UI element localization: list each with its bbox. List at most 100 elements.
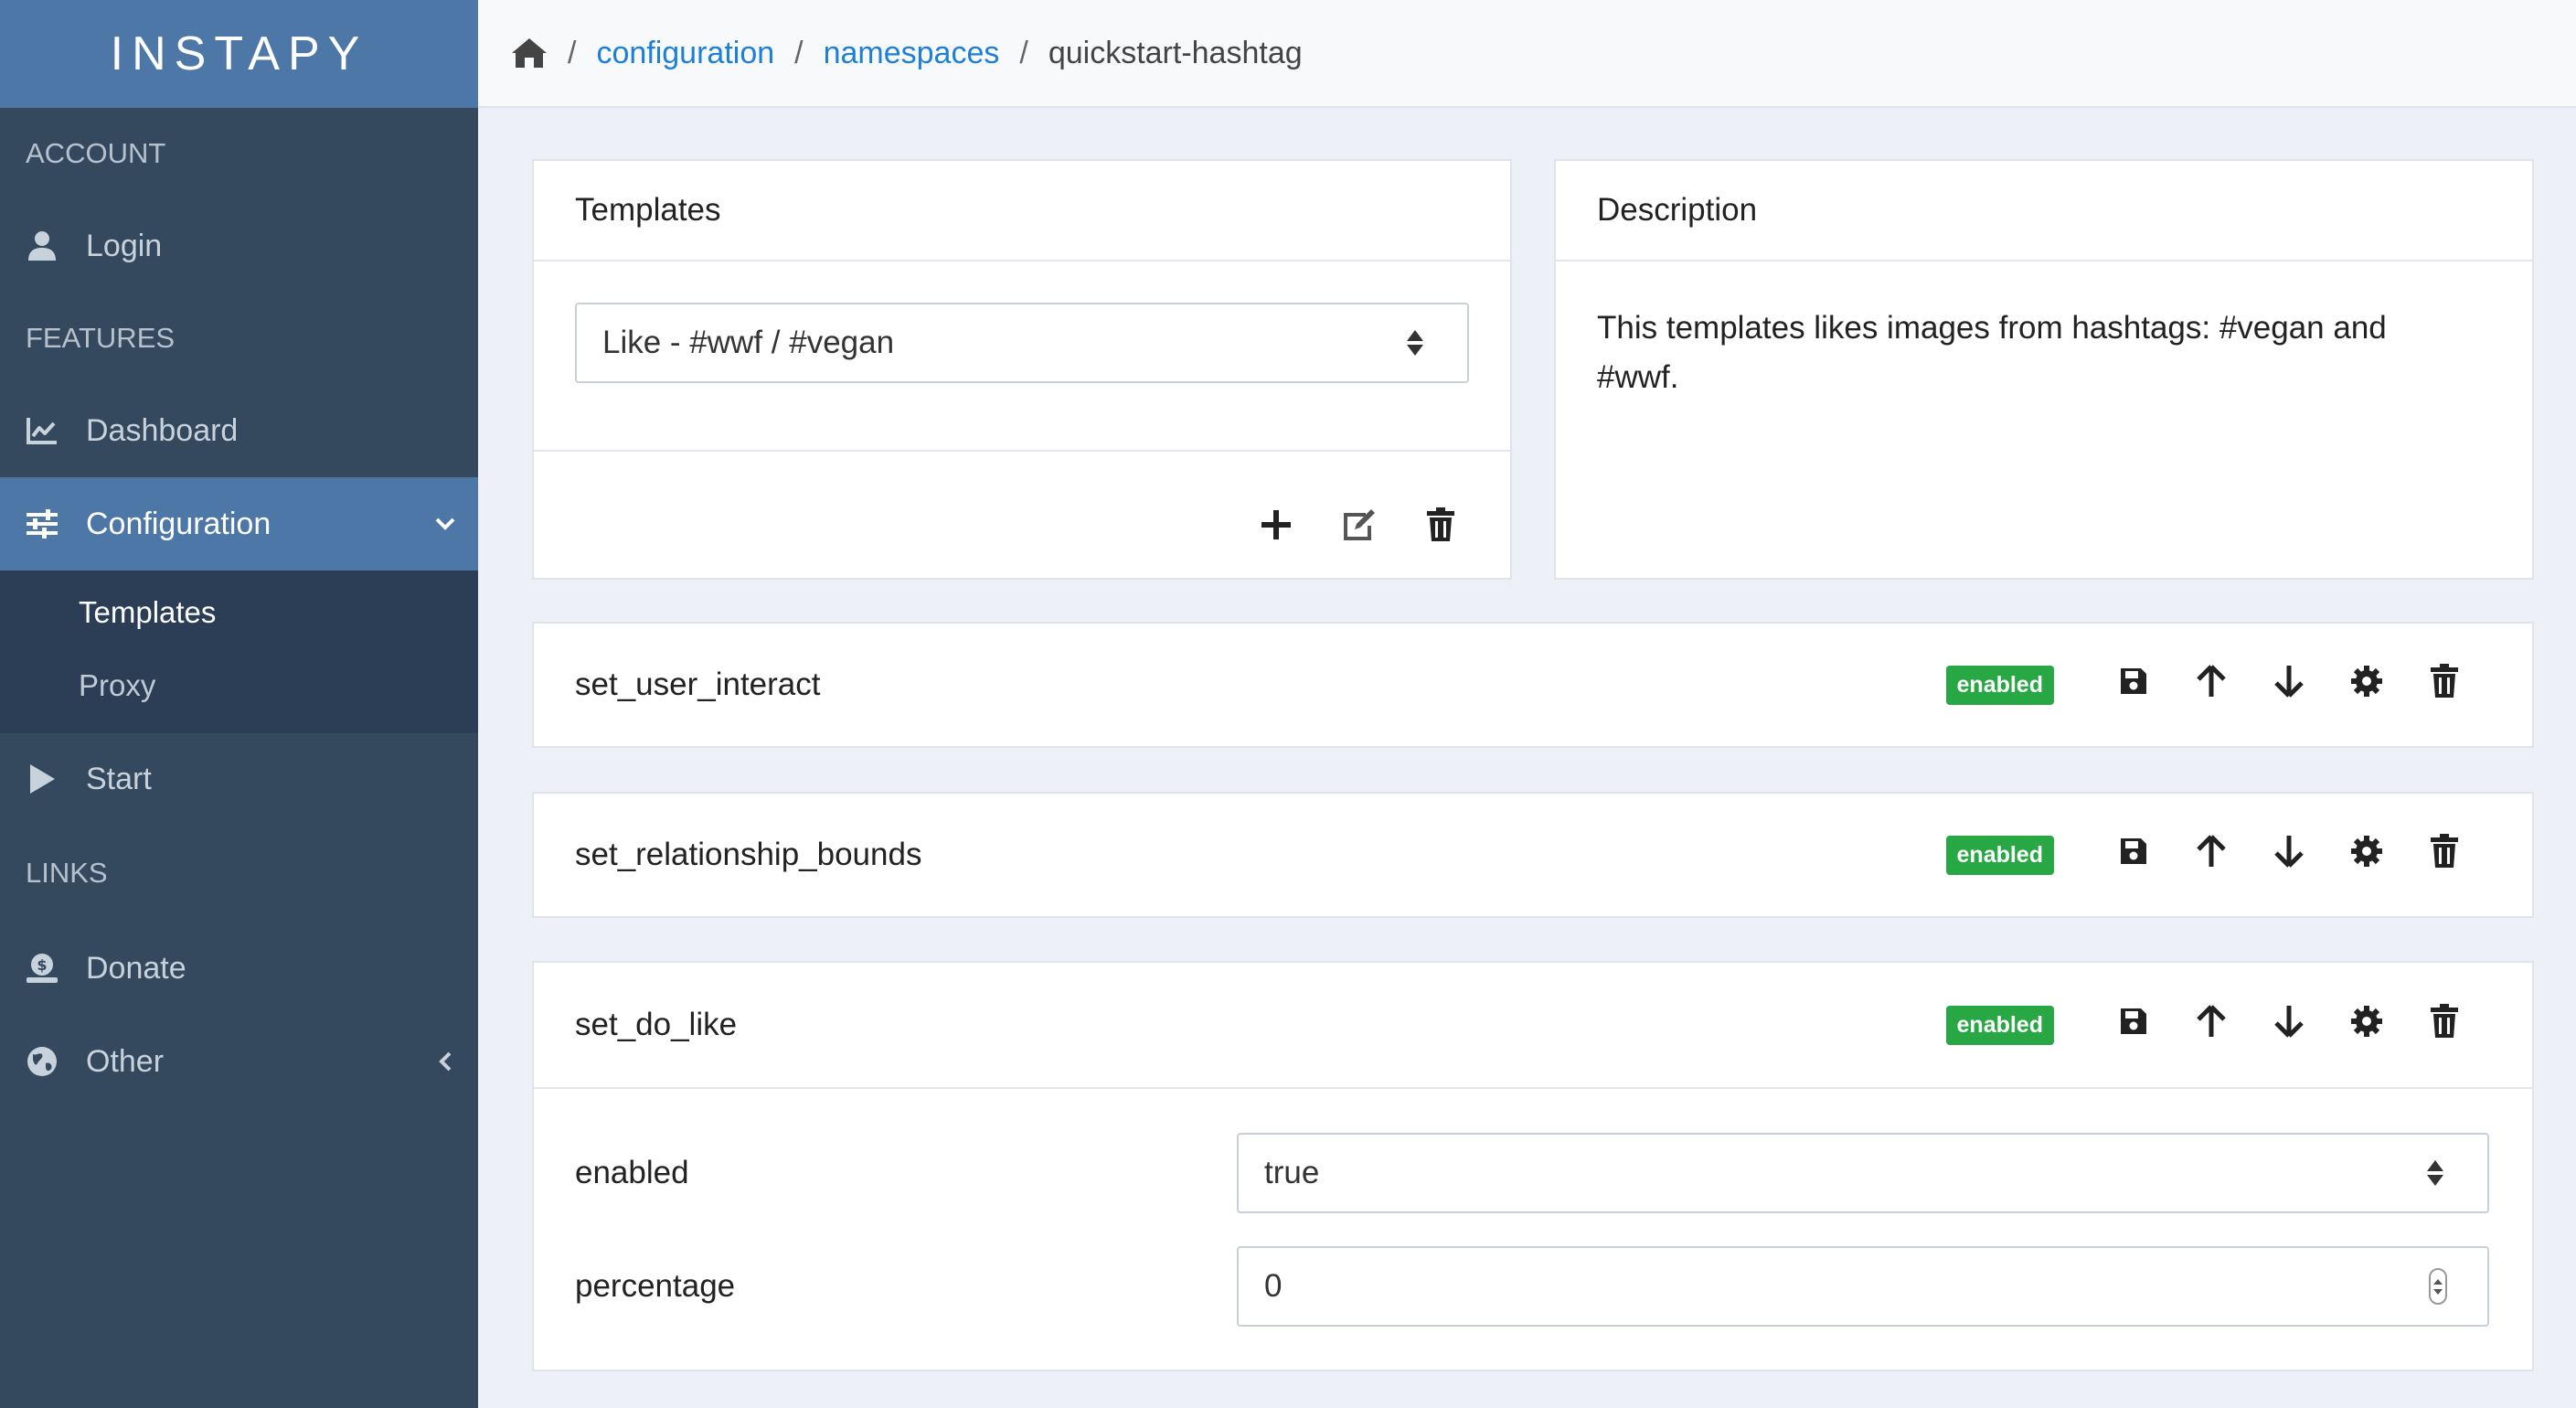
action-card-set-relationship-bounds: set_relationship_bounds enabled xyxy=(532,792,2534,918)
gear-icon xyxy=(2350,1005,2383,1046)
svg-text:$: $ xyxy=(37,956,47,974)
templates-card: Templates Like - #wwf / #vegan xyxy=(532,159,1512,580)
action-name: set_user_interact xyxy=(575,667,821,702)
percentage-input[interactable]: 0 xyxy=(1237,1246,2489,1327)
breadcrumb-separator: / xyxy=(794,35,804,70)
description-card: Description This templates likes images … xyxy=(1554,159,2534,580)
save-icon xyxy=(2119,837,2148,874)
arrow-down-icon xyxy=(2274,835,2304,876)
settings-button[interactable] xyxy=(2341,829,2392,880)
submenu-item-proxy[interactable]: Proxy xyxy=(0,649,478,722)
sidebar-item-dashboard[interactable]: Dashboard xyxy=(0,384,478,477)
edit-template-button[interactable] xyxy=(1333,501,1384,552)
section-header-features: FEATURES xyxy=(26,322,176,354)
description-text: This templates likes images from hashtag… xyxy=(1597,310,2387,395)
field-label-percentage: percentage xyxy=(575,1268,736,1304)
delete-button[interactable] xyxy=(2419,659,2470,710)
delete-button[interactable] xyxy=(2419,829,2470,880)
home-icon[interactable] xyxy=(511,37,548,69)
trash-icon xyxy=(2430,663,2459,707)
sidebar-item-donate[interactable]: $ Donate xyxy=(0,922,478,1015)
action-name: set_do_like xyxy=(575,1007,738,1042)
breadcrumb-separator: / xyxy=(568,35,577,70)
action-card-header: set_do_like enabled xyxy=(534,963,2532,1089)
breadcrumb: / configuration / namespaces / quickstar… xyxy=(478,0,2576,108)
sidebar-item-label: Configuration xyxy=(86,506,271,541)
move-down-button[interactable] xyxy=(2263,829,2315,880)
move-up-button[interactable] xyxy=(2186,829,2237,880)
sidebar-item-label: Login xyxy=(86,228,163,263)
sidebar-item-label: Start xyxy=(86,761,152,796)
action-toolbar: enabled xyxy=(1945,624,2470,746)
sidebar-item-label: Dashboard xyxy=(86,412,239,448)
sidebar-item-configuration[interactable]: Configuration xyxy=(0,477,478,571)
number-spinner-icon[interactable] xyxy=(2429,1268,2447,1305)
save-icon xyxy=(2119,1007,2148,1044)
action-name: set_relationship_bounds xyxy=(575,837,922,872)
donate-icon: $ xyxy=(24,950,60,987)
gear-icon xyxy=(2350,835,2383,876)
enabled-select[interactable]: true xyxy=(1237,1133,2489,1213)
field-row-percentage: percentage 0 xyxy=(575,1246,2489,1327)
sidebar-item-other[interactable]: Other xyxy=(0,1015,478,1108)
add-template-button[interactable] xyxy=(1251,501,1302,552)
breadcrumb-link-configuration[interactable]: configuration xyxy=(596,36,774,71)
settings-button[interactable] xyxy=(2341,659,2392,710)
play-icon xyxy=(24,761,60,797)
save-button[interactable] xyxy=(2108,659,2159,710)
sidebar-item-label: Other xyxy=(86,1043,165,1079)
select-arrows-icon xyxy=(2427,1160,2443,1186)
save-button[interactable] xyxy=(2108,829,2159,880)
configuration-submenu: Templates Proxy xyxy=(0,571,478,733)
move-up-button[interactable] xyxy=(2186,999,2237,1051)
trash-icon xyxy=(2430,1003,2459,1047)
action-toolbar: enabled xyxy=(1945,963,2470,1087)
save-icon xyxy=(2119,667,2148,704)
description-card-title: Description xyxy=(1556,161,2532,261)
template-select[interactable]: Like - #wwf / #vegan xyxy=(575,303,1469,383)
sidebar-item-label: Donate xyxy=(86,950,186,986)
section-header-links: LINKS xyxy=(26,857,108,889)
move-up-button[interactable] xyxy=(2186,659,2237,710)
delete-button[interactable] xyxy=(2419,999,2470,1051)
arrow-down-icon xyxy=(2274,1005,2304,1046)
sidebar-item-start[interactable]: Start xyxy=(0,733,478,825)
enabled-select-value: true xyxy=(1264,1155,1320,1190)
status-badge: enabled xyxy=(1945,1005,2054,1045)
field-row-enabled: enabled true xyxy=(575,1133,2489,1213)
template-select-value: Like - #wwf / #vegan xyxy=(602,325,895,360)
status-badge: enabled xyxy=(1945,835,2054,875)
arrow-up-icon xyxy=(2197,1004,2226,1046)
trash-icon xyxy=(1426,507,1455,547)
chevron-down-icon xyxy=(432,511,458,537)
action-card-set-do-like: set_do_like enabled enabled true percent… xyxy=(532,961,2534,1371)
chevron-left-icon xyxy=(432,1049,458,1074)
breadcrumb-separator: / xyxy=(1019,35,1028,70)
arrow-up-icon xyxy=(2197,664,2226,706)
user-icon xyxy=(24,228,60,264)
settings-button[interactable] xyxy=(2341,999,2392,1051)
breadcrumb-link-namespaces[interactable]: namespaces xyxy=(824,36,1000,71)
save-button[interactable] xyxy=(2108,999,2159,1051)
action-toolbar: enabled xyxy=(1945,794,2470,916)
action-card-set-user-interact: set_user_interact enabled xyxy=(532,622,2534,748)
arrow-down-icon xyxy=(2274,665,2304,706)
globe-icon xyxy=(24,1043,60,1080)
brand-logo[interactable]: INSTAPY xyxy=(0,0,478,108)
percentage-input-value: 0 xyxy=(1264,1268,1283,1304)
sliders-icon xyxy=(24,506,60,542)
sidebar: INSTAPY ACCOUNT Login FEATURES Dashboard… xyxy=(0,0,478,1408)
trash-icon xyxy=(2430,833,2459,877)
plus-icon xyxy=(1261,509,1292,545)
sidebar-item-login[interactable]: Login xyxy=(0,199,478,293)
section-header-account: ACCOUNT xyxy=(26,137,166,169)
move-down-button[interactable] xyxy=(2263,659,2315,710)
chart-line-icon xyxy=(24,412,60,449)
field-label-enabled: enabled xyxy=(575,1155,689,1190)
templates-card-title: Templates xyxy=(534,161,1510,261)
delete-template-button[interactable] xyxy=(1415,501,1466,552)
move-down-button[interactable] xyxy=(2263,999,2315,1051)
submenu-item-templates[interactable]: Templates xyxy=(0,576,478,649)
select-arrows-icon xyxy=(1407,330,1423,356)
edit-icon xyxy=(1340,507,1377,547)
